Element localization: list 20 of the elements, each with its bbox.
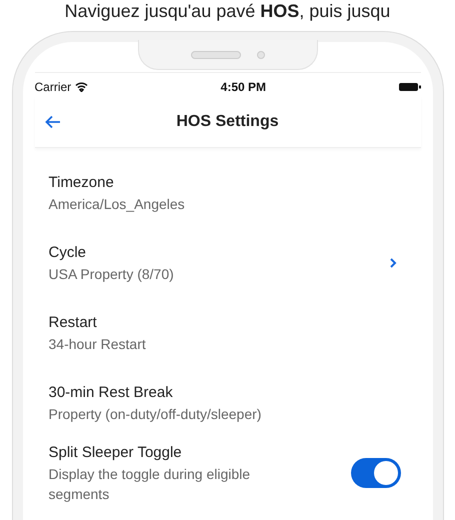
- setting-title: Restart: [48, 312, 98, 333]
- back-arrow-icon[interactable]: [44, 114, 60, 128]
- wifi-icon: [75, 82, 88, 92]
- carrier-label: Carrier: [34, 78, 72, 96]
- battery-icon: [398, 82, 420, 92]
- setting-value: America/Los_Angeles: [48, 195, 186, 214]
- nav-title: HOS Settings: [176, 112, 279, 132]
- setting-title: Cycle: [48, 242, 88, 263]
- setting-value: Display the toggle during eligible segments: [48, 465, 252, 504]
- setting-title: 30-min Rest Break: [48, 382, 174, 403]
- caption-text: Naviguez jusqu'au pavé HOS, puis jusqu: [64, 0, 390, 22]
- setting-title: Timezone: [48, 172, 115, 193]
- setting-value: USA Property (8/70): [48, 265, 175, 284]
- setting-value: Property (on-duty/off-duty/sleeper): [48, 405, 262, 424]
- setting-value: 34-hour Restart: [48, 335, 147, 354]
- speaker-grille: [190, 50, 240, 58]
- status-time: 4:50 PM: [220, 78, 266, 96]
- chevron-right-icon[interactable]: [388, 257, 396, 269]
- toggle-switch[interactable]: [350, 458, 400, 488]
- setting-title: Split Sleeper Toggle: [48, 442, 183, 463]
